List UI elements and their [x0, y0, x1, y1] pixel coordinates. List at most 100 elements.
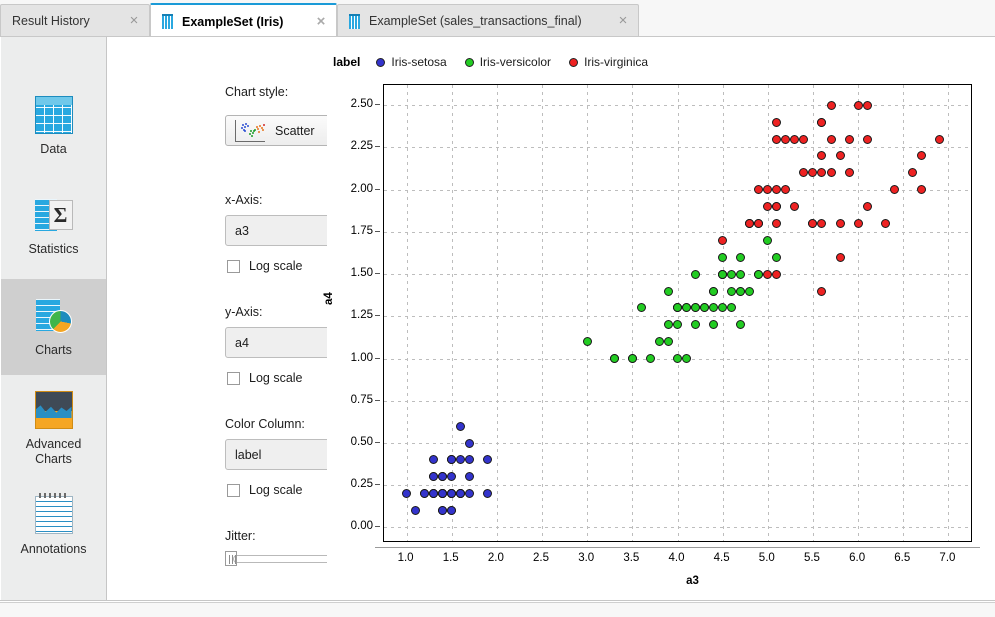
scatter-point[interactable] — [664, 287, 673, 296]
scatter-point[interactable] — [709, 320, 718, 329]
scatter-point[interactable] — [817, 118, 826, 127]
scatter-point[interactable] — [673, 303, 682, 312]
scatter-point[interactable] — [781, 135, 790, 144]
sidebar-item-charts[interactable]: Charts — [1, 279, 106, 375]
scatter-point[interactable] — [808, 219, 817, 228]
close-icon[interactable]: × — [127, 14, 141, 28]
scatter-point[interactable] — [456, 455, 465, 464]
scatter-point[interactable] — [772, 202, 781, 211]
scatter-point[interactable] — [890, 185, 899, 194]
scatter-point[interactable] — [763, 270, 772, 279]
sidebar-item-advanced-charts[interactable]: AdvancedCharts — [1, 379, 106, 479]
scatter-point[interactable] — [817, 168, 826, 177]
scatter-point[interactable] — [836, 151, 845, 160]
scatter-point[interactable] — [781, 185, 790, 194]
close-icon[interactable]: × — [314, 15, 328, 29]
scatter-point[interactable] — [691, 270, 700, 279]
scatter-point[interactable] — [845, 168, 854, 177]
scatter-point[interactable] — [727, 303, 736, 312]
scatter-point[interactable] — [763, 236, 772, 245]
scatter-point[interactable] — [420, 489, 429, 498]
scatter-point[interactable] — [772, 185, 781, 194]
scatter-point[interactable] — [637, 303, 646, 312]
scatter-point[interactable] — [736, 320, 745, 329]
scatter-point[interactable] — [817, 151, 826, 160]
scatter-point[interactable] — [772, 118, 781, 127]
scatter-point[interactable] — [655, 337, 664, 346]
scatter-point[interactable] — [691, 320, 700, 329]
y-log-scale-checkbox[interactable]: Log scale — [227, 371, 303, 385]
scatter-point[interactable] — [827, 101, 836, 110]
scatter-point[interactable] — [438, 506, 447, 515]
scatter-point[interactable] — [736, 253, 745, 262]
scatter-point[interactable] — [917, 151, 926, 160]
legend-entry-iris-virginica[interactable]: Iris-virginica — [569, 55, 648, 69]
scatter-point[interactable] — [881, 219, 890, 228]
scatter-point[interactable] — [465, 472, 474, 481]
scatter-point[interactable] — [664, 337, 673, 346]
scatter-point[interactable] — [700, 303, 709, 312]
scatter-point[interactable] — [447, 455, 456, 464]
scatter-point[interactable] — [827, 168, 836, 177]
scatter-point[interactable] — [727, 287, 736, 296]
sidebar-item-annotations[interactable]: Annotations — [1, 479, 106, 574]
scatter-point[interactable] — [827, 135, 836, 144]
scatter-point[interactable] — [745, 219, 754, 228]
scatter-point[interactable] — [718, 303, 727, 312]
scatter-point[interactable] — [402, 489, 411, 498]
scatter-point[interactable] — [456, 489, 465, 498]
color-log-scale-checkbox[interactable]: Log scale — [227, 483, 303, 497]
tab-1[interactable]: Result History× — [0, 4, 150, 37]
scatter-point[interactable] — [736, 270, 745, 279]
scatter-point[interactable] — [736, 287, 745, 296]
tab-3[interactable]: ExampleSet (sales_transactions_final)× — [337, 4, 639, 37]
scatter-point[interactable] — [465, 439, 474, 448]
scatter-point[interactable] — [718, 236, 727, 245]
scatter-point[interactable] — [447, 506, 456, 515]
scatter-point[interactable] — [790, 202, 799, 211]
scatter-point[interactable] — [483, 455, 492, 464]
scatter-point[interactable] — [754, 185, 763, 194]
scatter-point[interactable] — [610, 354, 619, 363]
scatter-point[interactable] — [845, 135, 854, 144]
scatter-point[interactable] — [718, 253, 727, 262]
scatter-point[interactable] — [772, 135, 781, 144]
scatter-point[interactable] — [917, 185, 926, 194]
scatter-point[interactable] — [483, 489, 492, 498]
scatter-point[interactable] — [447, 472, 456, 481]
scatter-point[interactable] — [854, 219, 863, 228]
legend-entry-iris-versicolor[interactable]: Iris-versicolor — [465, 55, 551, 69]
scatter-point[interactable] — [691, 303, 700, 312]
scatter-point[interactable] — [727, 270, 736, 279]
scatter-point[interactable] — [790, 135, 799, 144]
scatter-point[interactable] — [673, 320, 682, 329]
scatter-point[interactable] — [447, 489, 456, 498]
scatter-point[interactable] — [935, 135, 944, 144]
scatter-point[interactable] — [772, 253, 781, 262]
scatter-point[interactable] — [863, 101, 872, 110]
scatter-point[interactable] — [772, 270, 781, 279]
scatter-point[interactable] — [646, 354, 655, 363]
scatter-point[interactable] — [709, 303, 718, 312]
scatter-point[interactable] — [799, 135, 808, 144]
scatter-point[interactable] — [863, 135, 872, 144]
scatter-point[interactable] — [745, 287, 754, 296]
scatter-point[interactable] — [583, 337, 592, 346]
scatter-plot-area[interactable] — [383, 84, 972, 542]
scatter-point[interactable] — [908, 168, 917, 177]
scatter-point[interactable] — [817, 219, 826, 228]
scatter-point[interactable] — [465, 489, 474, 498]
tab-2[interactable]: ExampleSet (Iris)× — [150, 3, 337, 38]
scatter-point[interactable] — [682, 303, 691, 312]
scatter-point[interactable] — [754, 219, 763, 228]
scatter-point[interactable] — [465, 455, 474, 464]
scatter-point[interactable] — [438, 489, 447, 498]
scatter-point[interactable] — [456, 422, 465, 431]
sidebar-item-statistics[interactable]: Statistics — [1, 179, 106, 274]
scatter-point[interactable] — [772, 219, 781, 228]
scatter-point[interactable] — [836, 253, 845, 262]
legend-entry-iris-setosa[interactable]: Iris-setosa — [376, 55, 446, 69]
scatter-point[interactable] — [863, 202, 872, 211]
scatter-point[interactable] — [754, 270, 763, 279]
scatter-point[interactable] — [799, 168, 808, 177]
